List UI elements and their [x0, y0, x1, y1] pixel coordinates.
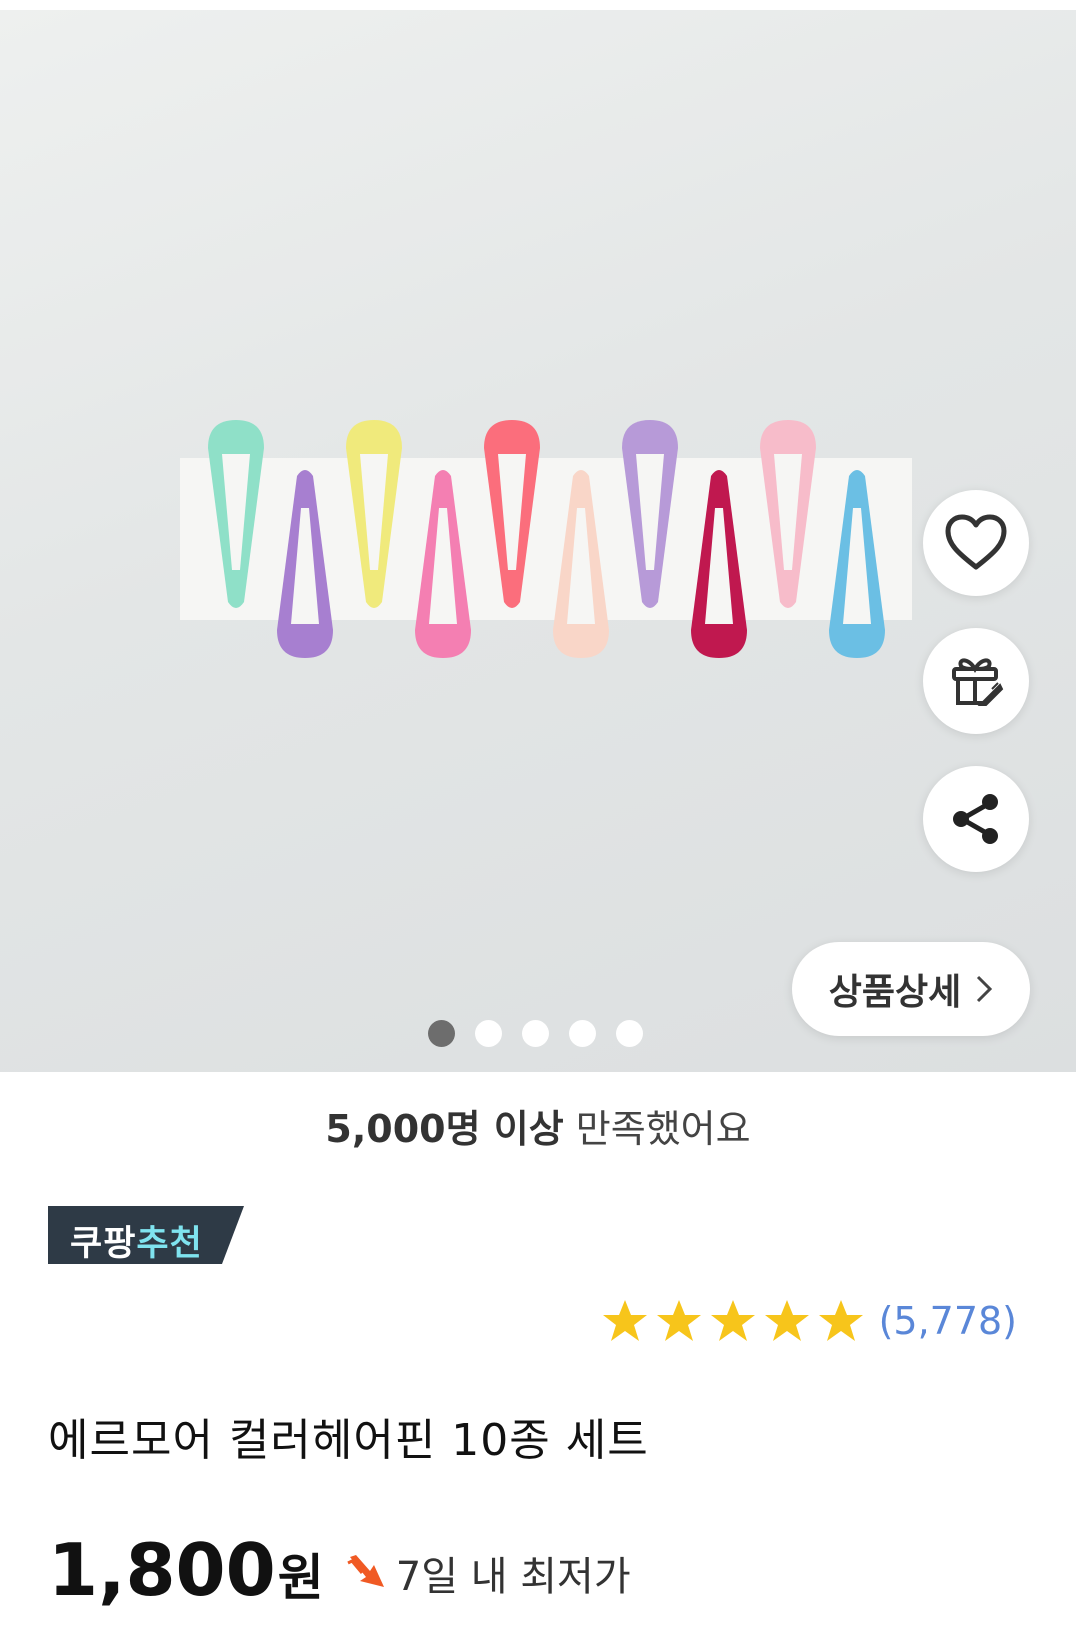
coupang-recommend-badge: 쿠팡추천 [48, 1206, 244, 1264]
top-edge [0, 0, 1076, 10]
star-icon [656, 1300, 701, 1341]
price-row: 1,800 원 7일 내 최저가 [48, 1528, 631, 1612]
pagination-dot[interactable] [616, 1020, 643, 1047]
rating[interactable]: (5,778) [601, 1298, 1017, 1344]
lowest-price-label: 7일 내 최저가 [395, 1554, 631, 1600]
gift-icon [952, 658, 1004, 706]
star-icon [602, 1300, 647, 1341]
product-title: 에르모어 컬러헤어핀 10종 세트 [48, 1415, 649, 1466]
product-detail-button[interactable]: 상품상세 [792, 942, 1030, 1036]
product-image[interactable] [180, 420, 960, 710]
product-detail-label: 상품상세 [828, 972, 962, 1013]
satisfaction-count: 5,000명 이상 [325, 1107, 564, 1151]
product-image-gallery[interactable]: 상품상세 [0, 0, 1076, 1072]
pagination-dot[interactable] [428, 1020, 455, 1047]
share-icon [953, 794, 998, 844]
share-button[interactable] [923, 766, 1029, 872]
star-icon [710, 1300, 755, 1341]
pagination-dot[interactable] [569, 1020, 596, 1047]
down-arrow-icon [347, 1555, 384, 1587]
lowest-price-badge: 7일 내 최저가 [346, 1544, 631, 1602]
satisfaction-label: 만족했어요 [575, 1107, 751, 1151]
badge-label-coupang: 쿠팡 [70, 1224, 137, 1264]
satisfaction-text: 5,000명 이상 만족했어요 [0, 1098, 1076, 1153]
badge-label-recommend: 추천 [136, 1224, 203, 1264]
star-icon [764, 1300, 809, 1341]
pagination-dot[interactable] [522, 1020, 549, 1047]
rating-stars [601, 1298, 865, 1344]
price-value: 1,800 [48, 1528, 276, 1612]
price-unit: 원 [277, 1549, 324, 1607]
review-count[interactable]: (5,778) [879, 1299, 1017, 1343]
star-icon [818, 1300, 863, 1341]
pagination-dot[interactable] [475, 1020, 502, 1047]
gift-button[interactable] [923, 628, 1029, 734]
chevron-right-icon [977, 975, 993, 1003]
heart-icon [945, 514, 1007, 570]
wishlist-button[interactable] [923, 490, 1029, 596]
gallery-pagination [428, 1020, 643, 1047]
